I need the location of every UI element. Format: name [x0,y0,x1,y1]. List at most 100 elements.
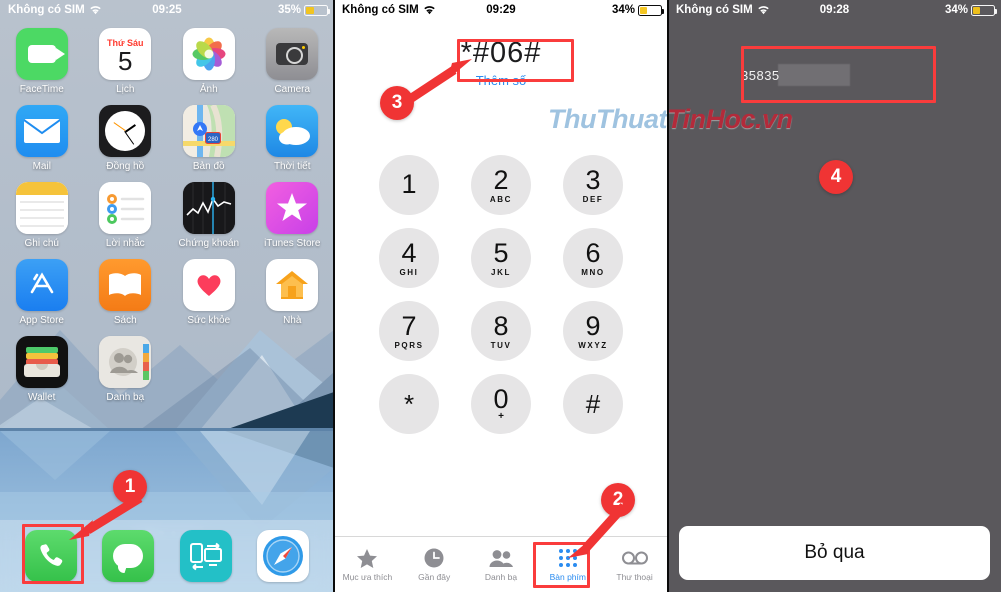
panel-divider [667,0,669,592]
key-digit: 2 [493,164,509,195]
key-3[interactable]: 3 DEF [563,155,623,215]
app-photos[interactable]: Ảnh [167,28,251,95]
panel-divider [333,0,335,592]
app-label: FaceTime [19,84,64,95]
app-clock[interactable]: Đồng hồ [84,105,168,172]
app-wallet[interactable]: Wallet [0,336,84,403]
key-6[interactable]: 6 MNO [563,228,623,288]
reminders-icon [99,182,152,234]
panel-home-screen: Không có SIM 09:25 35% FaceTime Thứ Sáu … [0,0,334,592]
app-maps[interactable]: 280 Bản đồ [167,105,251,172]
app-app-store[interactable]: App Store [0,259,84,326]
svg-text:280: 280 [208,137,219,143]
status-bar-imei: Không có SIM 09:28 34% [668,0,1001,20]
tab-recents[interactable]: Gần đây [401,537,468,592]
key-star[interactable]: * [379,374,439,434]
app-label: Nhà [283,315,302,326]
status-battery-group: 34% [945,4,997,16]
contacts-tab-icon [489,547,513,569]
tab-keypad[interactable]: Bàn phím [534,537,601,592]
photos-icon [182,28,235,80]
dock-handoff-icon[interactable] [179,530,232,582]
key-digit: 1 [401,169,417,199]
key-letters: PQRS [394,340,424,350]
app-label: Wallet [28,392,56,403]
dock-phone-button[interactable] [24,530,77,582]
tab-favourites[interactable]: Mục ưa thích [334,537,401,592]
key-8[interactable]: 8 TUV [471,301,531,361]
key-9[interactable]: 9 WXYZ [563,301,623,361]
maps-icon: 280 [182,105,235,157]
app-weather[interactable]: Thời tiết [251,105,335,172]
key-1[interactable]: 1 [379,155,439,215]
app-label: Ảnh [199,84,218,95]
status-bar-home: Không có SIM 09:25 35% [0,0,334,20]
app-mail[interactable]: Mail [0,105,84,172]
panel-dialer: Không có SIM 09:29 34% *#06# Thêm số 1 2… [334,0,668,592]
battery-percent: 34% [611,4,635,16]
camera-icon [266,28,319,80]
annotation-badge-4: 4 [819,160,853,194]
imei-value-container: 35835 [741,64,926,86]
key-4[interactable]: 4 GHI [379,228,439,288]
app-camera[interactable]: Camera [251,28,335,95]
app-contacts[interactable]: Danh bạ [84,336,168,403]
key-letters: WXYZ [578,340,608,350]
key-letters: DEF [582,194,604,204]
dock [0,520,334,592]
star-icon [357,547,378,569]
app-itunes-store[interactable]: iTunes Store [251,182,335,249]
app-label: Sách [113,315,137,326]
tab-label: Danh bạ [484,572,518,582]
stocks-icon [182,182,235,234]
key-0[interactable]: 0 + [471,374,531,434]
app-books[interactable]: Sách [84,259,168,326]
app-label: Mail [32,161,51,172]
key-letters: TUV [490,340,512,350]
calendar-icon: Thứ Sáu 5 [99,28,152,80]
status-battery-group: 35% [278,4,330,16]
app-stocks[interactable]: Chứng khoán [167,182,251,249]
tab-contacts[interactable]: Danh bạ [468,537,535,592]
panel-imei-result: Không có SIM 09:28 34% 35835 Bỏ qua 4 [668,0,1001,592]
app-home[interactable]: Nhà [251,259,335,326]
dock-safari-button[interactable] [257,530,310,582]
key-digit: 0 [493,384,509,414]
tab-label: Gần đây [418,572,451,582]
key-2[interactable]: 2 ABC [471,155,531,215]
dialer-tab-bar: Mục ưa thích Gần đây Danh bạ Bàn phím Th… [334,536,668,592]
calendar-date: 5 [118,45,133,76]
key-hash[interactable]: # [563,374,623,434]
battery-icon [638,4,664,16]
dock-messages-button[interactable] [102,530,155,582]
mail-icon [15,105,68,157]
key-digit: 8 [493,310,509,341]
add-number-link[interactable]: Thêm số [334,73,668,88]
app-notes[interactable]: Ghi chú [0,182,84,249]
key-digit: # [585,388,601,419]
key-7[interactable]: 7 PQRS [379,301,439,361]
home-app-icon [266,259,319,311]
key-5[interactable]: 5 JKL [471,228,531,288]
facetime-icon [15,28,68,80]
key-digit: 9 [585,310,601,341]
tab-voicemail[interactable]: Thư thoại [601,537,668,592]
app-grid: FaceTime Thứ Sáu 5 Lịch Ảnh Camera Mail … [0,28,334,413]
app-slot-empty [167,336,251,403]
tab-label: Mục ưa thích [342,572,393,582]
itunes-store-icon [266,182,319,234]
app-row: Ghi chú Lời nhắc Chứng khoán iTunes Stor… [0,182,334,259]
annotation-badge-1: 1 [113,470,147,504]
annotation-badge-3: 3 [380,86,414,120]
app-row: Mail Đồng hồ 280 Bản đồ Thời tiết [0,105,334,182]
skip-button[interactable]: Bỏ qua [679,526,990,580]
key-letters: GHI [399,267,419,277]
screenshot-root: Không có SIM 09:25 35% FaceTime Thứ Sáu … [0,0,1001,592]
app-facetime[interactable]: FaceTime [0,28,84,95]
imei-value: 35835 [741,68,780,83]
app-calendar[interactable]: Thứ Sáu 5 Lịch [84,28,168,95]
app-health[interactable]: Sức khỏe [167,259,251,326]
keypad-row: * 0 + # [334,374,668,434]
app-reminders[interactable]: Lời nhắc [84,182,168,249]
app-store-icon [15,259,68,311]
